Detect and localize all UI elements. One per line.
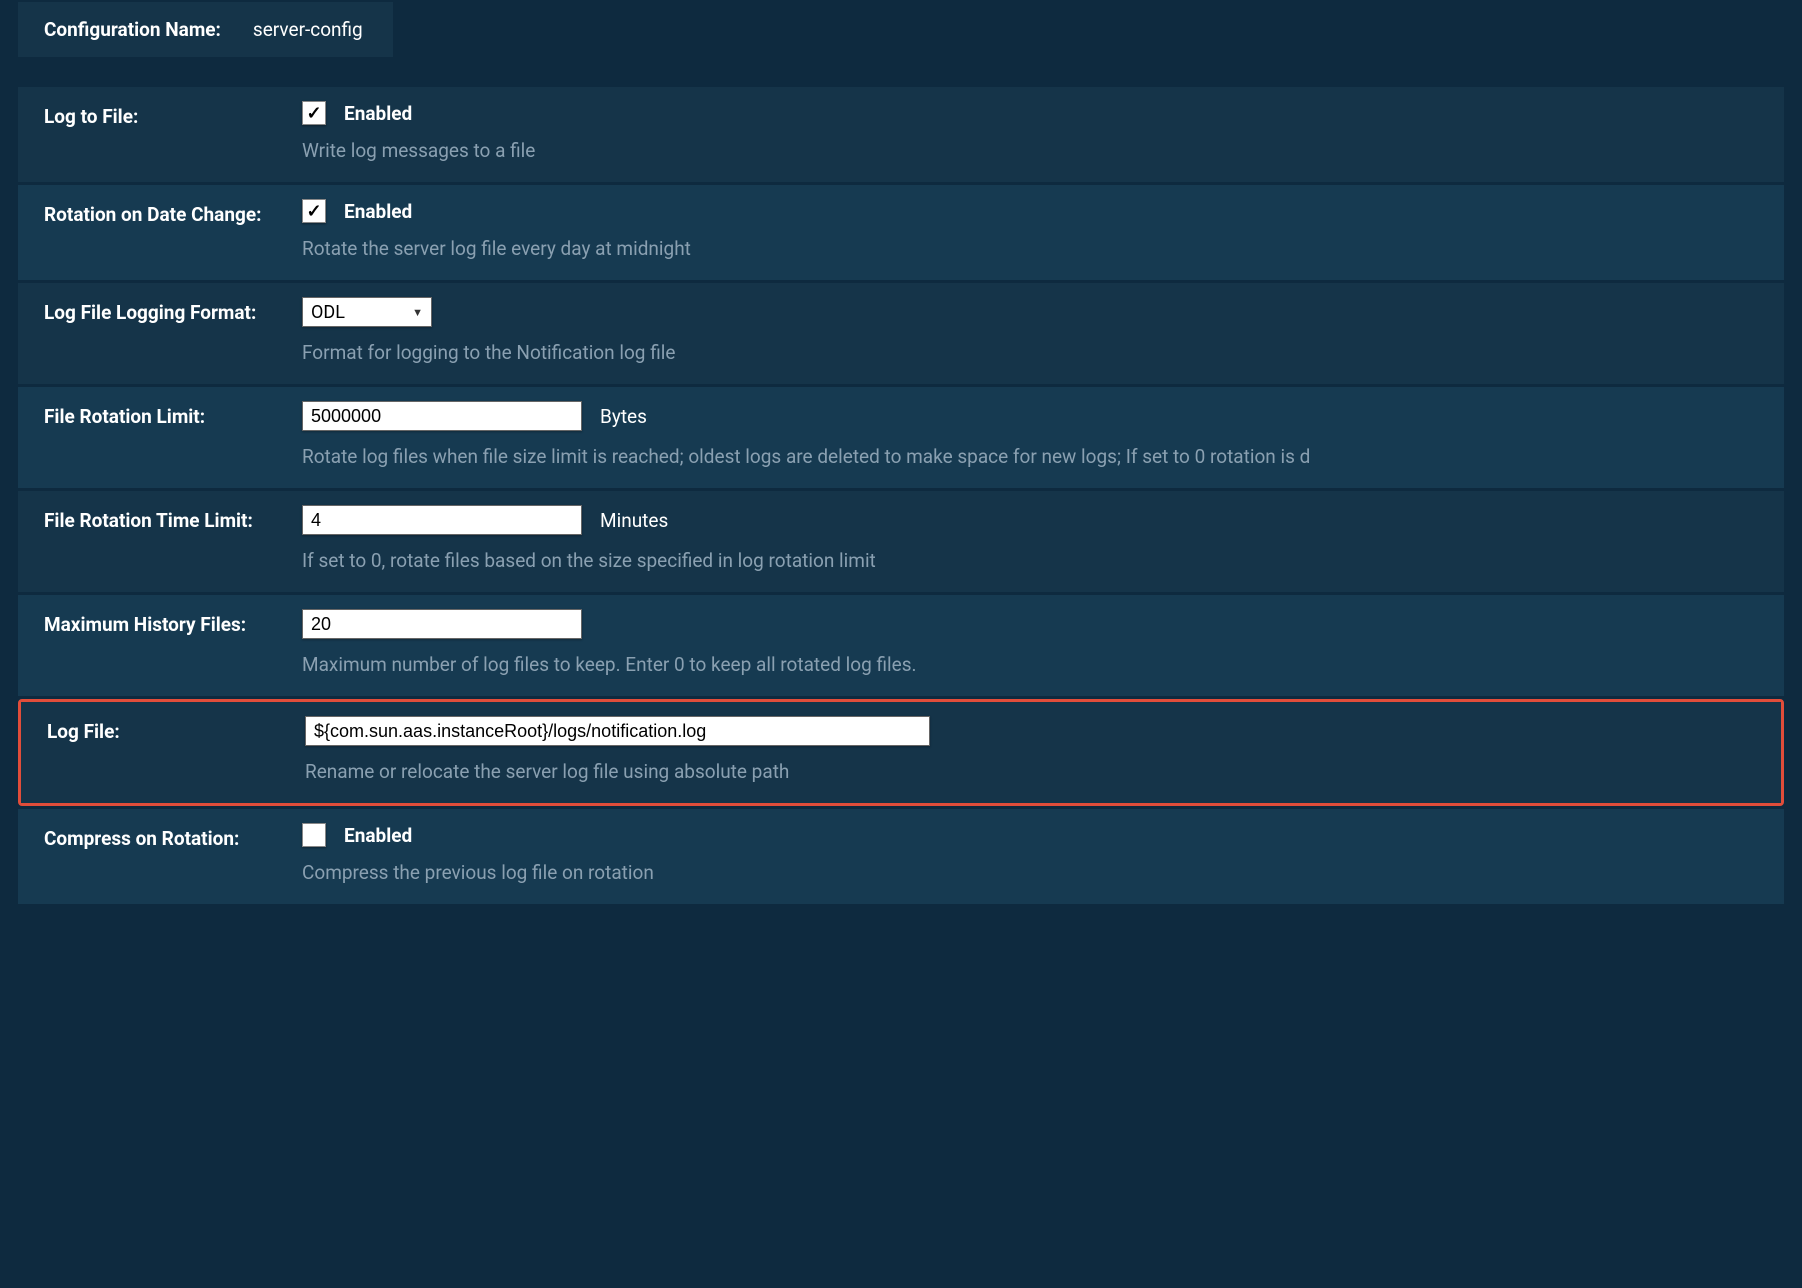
label-file-rotation-time: File Rotation Time Limit: (44, 505, 302, 572)
chevron-down-icon: ▼ (412, 306, 423, 319)
checkbox-rotation-date-change[interactable] (302, 199, 326, 223)
input-max-history[interactable] (302, 609, 582, 639)
checkbox-compress-rotation[interactable] (302, 823, 326, 847)
unit-bytes: Bytes (600, 405, 647, 428)
row-file-rotation-time: File Rotation Time Limit: Minutes If set… (18, 491, 1784, 592)
enabled-label: Enabled (344, 102, 412, 125)
label-file-rotation-limit: File Rotation Limit: (44, 401, 302, 468)
row-compress-rotation: Compress on Rotation: Enabled Compress t… (18, 809, 1784, 904)
form-section: Log to File: Enabled Write log messages … (18, 87, 1784, 904)
row-rotation-date-change: Rotation on Date Change: Enabled Rotate … (18, 185, 1784, 280)
configuration-name-row: Configuration Name: server-config (18, 2, 393, 57)
description-file-rotation-limit: Rotate log files when file size limit is… (302, 445, 1758, 468)
configuration-name-label: Configuration Name: (44, 18, 221, 41)
label-log-format: Log File Logging Format: (44, 297, 302, 364)
row-max-history: Maximum History Files: Maximum number of… (18, 595, 1784, 696)
input-log-file[interactable] (305, 716, 930, 746)
description-log-to-file: Write log messages to a file (302, 139, 1758, 162)
select-log-format[interactable]: ODL ▼ (302, 297, 432, 327)
configuration-name-value: server-config (253, 18, 363, 41)
label-rotation-date-change: Rotation on Date Change: (44, 199, 302, 260)
unit-minutes: Minutes (600, 509, 668, 532)
row-file-rotation-limit: File Rotation Limit: Bytes Rotate log fi… (18, 387, 1784, 488)
label-compress-rotation: Compress on Rotation: (44, 823, 302, 884)
highlighted-log-file-row: Log File: Rename or relocate the server … (18, 699, 1784, 806)
row-log-format: Log File Logging Format: ODL ▼ Format fo… (18, 283, 1784, 384)
enabled-label: Enabled (344, 200, 412, 223)
enabled-label: Enabled (344, 824, 412, 847)
label-log-to-file: Log to File: (44, 101, 302, 162)
description-file-rotation-time: If set to 0, rotate files based on the s… (302, 549, 1758, 572)
description-compress-rotation: Compress the previous log file on rotati… (302, 861, 1758, 884)
label-log-file: Log File: (47, 716, 305, 783)
checkbox-log-to-file[interactable] (302, 101, 326, 125)
select-log-format-value: ODL (311, 302, 345, 323)
description-log-file: Rename or relocate the server log file u… (305, 760, 1755, 783)
description-rotation-date-change: Rotate the server log file every day at … (302, 237, 1758, 260)
input-file-rotation-limit[interactable] (302, 401, 582, 431)
row-log-to-file: Log to File: Enabled Write log messages … (18, 87, 1784, 182)
row-log-file: Log File: Rename or relocate the server … (21, 702, 1781, 803)
description-log-format: Format for logging to the Notification l… (302, 341, 1758, 364)
input-file-rotation-time[interactable] (302, 505, 582, 535)
description-max-history: Maximum number of log files to keep. Ent… (302, 653, 1758, 676)
label-max-history: Maximum History Files: (44, 609, 302, 676)
